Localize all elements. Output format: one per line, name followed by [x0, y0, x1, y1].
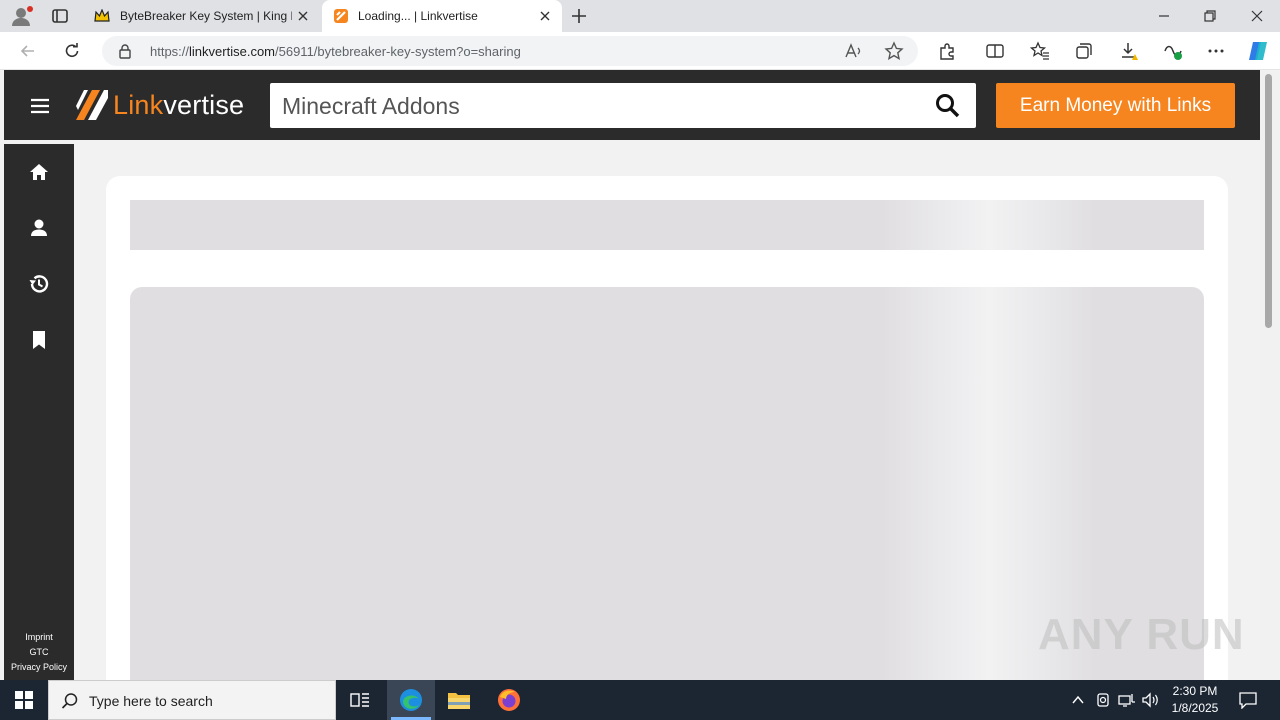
privacy-policy-link[interactable]: Privacy Policy [4, 662, 74, 672]
taskbar-search-box[interactable]: Type here to search [48, 680, 336, 720]
clock-time: 2:30 PM [1172, 684, 1218, 698]
browser-tab-strip: ByteBreaker Key System | King Ex Loading… [0, 0, 1280, 32]
gtc-link[interactable]: GTC [4, 647, 74, 657]
url-text[interactable]: https://linkvertise.com/56911/bytebreake… [150, 44, 521, 59]
taskbar-search-placeholder[interactable]: Type here to search [89, 693, 213, 709]
split-screen-icon[interactable] [985, 41, 1005, 61]
tab-actions-icon[interactable] [51, 8, 69, 24]
close-window-icon[interactable] [1249, 8, 1265, 24]
close-tab-icon[interactable] [296, 9, 310, 23]
edge-taskbar-icon[interactable] [387, 680, 435, 720]
new-tab-icon[interactable] [570, 7, 588, 25]
system-clock[interactable]: 2:30 PM 1/8/2025 [1163, 683, 1227, 717]
extensions-icon[interactable] [937, 41, 957, 61]
history-icon[interactable] [28, 273, 50, 295]
performance-icon[interactable] [1163, 41, 1183, 61]
search-input-value[interactable]: Minecraft Addons [282, 93, 460, 120]
notifications-icon[interactable] [1238, 691, 1258, 709]
taskbar: Type here to search 2:30 PM 1/8/2025 [0, 680, 1280, 720]
volume-icon[interactable] [1142, 692, 1160, 708]
home-icon[interactable] [28, 161, 50, 183]
page-viewport: Linkvertise Minecraft Addons Earn Money … [0, 70, 1280, 680]
imprint-link[interactable]: Imprint [4, 632, 74, 642]
device-status-icon[interactable] [1095, 692, 1111, 708]
content-card [106, 176, 1228, 680]
browser-toolbar: https://linkvertise.com/56911/bytebreake… [0, 32, 1280, 70]
copilot-icon[interactable] [1246, 40, 1270, 62]
profile-avatar-icon[interactable] [10, 5, 34, 27]
windows-start-icon[interactable] [0, 680, 48, 720]
more-menu-icon[interactable] [1206, 41, 1226, 61]
close-tab-icon[interactable] [538, 9, 552, 23]
tab-title: ByteBreaker Key System | King Ex [120, 9, 292, 23]
sidebar: Imprint GTC Privacy Policy [4, 144, 74, 680]
scrollbar-thumb[interactable] [1265, 74, 1272, 328]
loading-skeleton-title [130, 200, 1204, 250]
tab-title: Loading... | Linkvertise [358, 9, 478, 23]
back-icon[interactable] [18, 41, 38, 61]
profile-icon[interactable] [28, 217, 50, 239]
collections-icon[interactable] [1074, 41, 1094, 61]
downloads-icon[interactable] [1119, 41, 1139, 61]
page-scrollbar[interactable] [1260, 70, 1280, 680]
clock-date: 1/8/2025 [1171, 701, 1219, 715]
search-icon [61, 692, 79, 710]
tab-bytebreaker[interactable]: ByteBreaker Key System | King Ex [84, 0, 320, 32]
hamburger-menu-icon[interactable] [30, 98, 50, 114]
read-aloud-icon[interactable] [844, 42, 864, 60]
crown-icon [94, 9, 110, 23]
lock-icon[interactable] [118, 43, 132, 59]
minimize-window-icon[interactable] [1156, 9, 1172, 23]
restore-window-icon[interactable] [1202, 8, 1218, 24]
chevron-up-icon[interactable] [1071, 693, 1085, 707]
logo-text[interactable]: Linkvertise [113, 90, 244, 121]
linkvertise-logo-icon[interactable] [74, 88, 108, 122]
favorite-star-icon[interactable] [884, 41, 904, 61]
address-bar[interactable]: https://linkvertise.com/56911/bytebreake… [102, 36, 918, 66]
task-view-icon[interactable] [336, 680, 384, 720]
search-input[interactable]: Minecraft Addons [270, 83, 976, 128]
firefox-icon[interactable] [485, 680, 533, 720]
refresh-icon[interactable] [62, 41, 82, 61]
search-icon[interactable] [934, 92, 962, 120]
file-explorer-icon[interactable] [435, 680, 483, 720]
anyrun-watermark: ANY RUN [1038, 610, 1245, 659]
bookmark-icon[interactable] [28, 329, 50, 351]
tab-linkvertise[interactable]: Loading... | Linkvertise [322, 0, 562, 32]
linkvertise-favicon-icon [333, 8, 349, 24]
network-icon[interactable] [1118, 692, 1136, 708]
site-header: Linkvertise Minecraft Addons Earn Money … [4, 70, 1260, 140]
earn-money-button[interactable]: Earn Money with Links [996, 83, 1235, 128]
favorites-icon[interactable] [1030, 41, 1050, 61]
